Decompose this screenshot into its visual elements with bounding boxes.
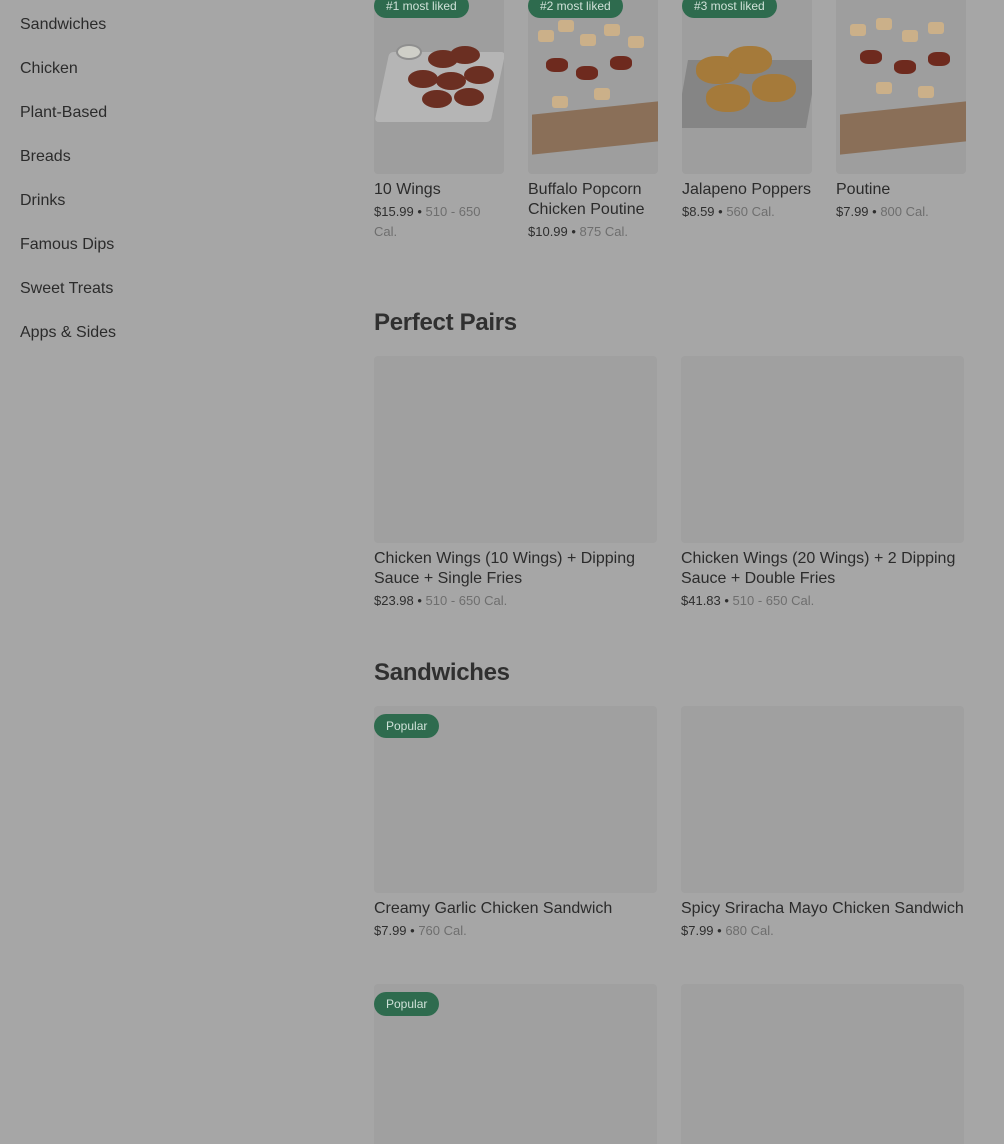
wings-photo: [374, 0, 504, 174]
most-liked-badge: #2 most liked: [528, 0, 623, 18]
item-image-placeholder: [681, 984, 964, 1144]
perfect-pairs-grid: Chicken Wings (10 Wings) + Dipping Sauce…: [374, 356, 964, 611]
menu-item-card[interactable]: Chicken Wings (20 Wings) + 2 Dipping Sau…: [681, 356, 964, 611]
item-price-cal: $7.99 • 680 Cal.: [681, 921, 964, 941]
item-name: Chicken Wings (10 Wings) + Dipping Sauce…: [374, 550, 635, 587]
separator-dot: •: [406, 923, 419, 938]
separator-dot: •: [413, 204, 426, 219]
poppers-photo: [682, 0, 812, 174]
item-image-placeholder: [681, 706, 964, 893]
separator-dot: •: [714, 204, 727, 219]
poutine-photo: [528, 0, 658, 174]
item-price: $7.99: [374, 923, 407, 938]
item-price: $8.59: [682, 204, 715, 219]
menu-item-card[interactable]: #1 most liked 10 Wings $15.99 • 510 - 65…: [374, 0, 504, 242]
sandwiches-grid-row-2: Popular: [374, 984, 964, 1144]
separator-dot: •: [720, 593, 733, 608]
menu-item-card[interactable]: Spicy Sriracha Mayo Chicken Sandwich $7.…: [681, 706, 964, 941]
sidebar-item-breads[interactable]: Breads: [20, 146, 320, 190]
item-name: Buffalo Popcorn Chicken Poutine: [528, 181, 645, 218]
sidebar-item-sandwiches[interactable]: Sandwiches: [20, 14, 320, 58]
item-price-cal: $7.99 • 800 Cal.: [836, 202, 966, 222]
item-calories: 875 Cal.: [579, 224, 628, 239]
item-price-cal: $23.98 • 510 - 650 Cal.: [374, 591, 657, 611]
item-name: Creamy Garlic Chicken Sandwich: [374, 900, 613, 917]
sidebar-item-chicken[interactable]: Chicken: [20, 58, 320, 102]
item-name: Chicken Wings (20 Wings) + 2 Dipping Sau…: [681, 550, 956, 587]
separator-dot: •: [713, 923, 726, 938]
sidebar-item-drinks[interactable]: Drinks: [20, 190, 320, 234]
separator-dot: •: [567, 224, 580, 239]
menu-item-card[interactable]: [681, 984, 964, 1144]
menu-item-card[interactable]: #2 most liked Buffalo Popcorn Chicken Po…: [528, 0, 658, 242]
item-price-cal: $10.99 • 875 Cal.: [528, 222, 658, 242]
section-title-sandwiches: Sandwiches: [374, 659, 510, 686]
item-price: $7.99: [681, 923, 714, 938]
item-image-placeholder: [681, 356, 964, 543]
most-liked-badge: #3 most liked: [682, 0, 777, 18]
most-liked-carousel: #1 most liked 10 Wings $15.99 • 510 - 65…: [374, 0, 966, 242]
menu-item-card[interactable]: Poutine $7.99 • 800 Cal.: [836, 0, 966, 242]
popular-badge: Popular: [374, 714, 440, 738]
item-price-cal: $15.99 • 510 - 650 Cal.: [374, 202, 504, 242]
popular-badge: Popular: [374, 992, 440, 1016]
menu-item-card[interactable]: Popular Creamy Garlic Chicken Sandwich $…: [374, 706, 657, 941]
sidebar-item-apps-sides[interactable]: Apps & Sides: [20, 322, 320, 366]
sandwiches-grid-row-1: Popular Creamy Garlic Chicken Sandwich $…: [374, 706, 964, 941]
poutine-photo: [836, 0, 966, 174]
sidebar-item-plant-based[interactable]: Plant-Based: [20, 102, 320, 146]
item-calories: 680 Cal.: [725, 923, 774, 938]
item-name: Jalapeno Poppers: [682, 181, 811, 198]
item-calories: 510 - 650 Cal.: [732, 593, 815, 608]
menu-item-card[interactable]: Popular: [374, 984, 657, 1144]
item-price-cal: $8.59 • 560 Cal.: [682, 202, 812, 222]
item-calories: 800 Cal.: [880, 204, 929, 219]
item-price: $10.99: [528, 224, 568, 239]
item-price-cal: $7.99 • 760 Cal.: [374, 921, 657, 941]
menu-item-card[interactable]: Chicken Wings (10 Wings) + Dipping Sauce…: [374, 356, 657, 611]
separator-dot: •: [868, 204, 881, 219]
menu-item-card[interactable]: #3 most liked Jalapeno Poppers $8.59 • 5…: [682, 0, 812, 242]
item-price: $15.99: [374, 204, 414, 219]
item-price-cal: $41.83 • 510 - 650 Cal.: [681, 591, 964, 611]
item-calories: 760 Cal.: [418, 923, 467, 938]
item-calories: 560 Cal.: [726, 204, 775, 219]
item-price: $41.83: [681, 593, 721, 608]
sidebar-item-sweet-treats[interactable]: Sweet Treats: [20, 278, 320, 322]
item-calories: 510 - 650 Cal.: [425, 593, 508, 608]
item-price: $7.99: [836, 204, 869, 219]
most-liked-badge: #1 most liked: [374, 0, 469, 18]
item-name: Poutine: [836, 181, 891, 198]
category-sidebar: Sandwiches Chicken Plant-Based Breads Dr…: [20, 14, 320, 366]
sidebar-item-famous-dips[interactable]: Famous Dips: [20, 234, 320, 278]
item-image-placeholder: [374, 356, 657, 543]
separator-dot: •: [413, 593, 426, 608]
item-name: Spicy Sriracha Mayo Chicken Sandwich: [681, 900, 964, 917]
section-title-perfect-pairs: Perfect Pairs: [374, 309, 517, 336]
item-name: 10 Wings: [374, 181, 441, 198]
item-price: $23.98: [374, 593, 414, 608]
